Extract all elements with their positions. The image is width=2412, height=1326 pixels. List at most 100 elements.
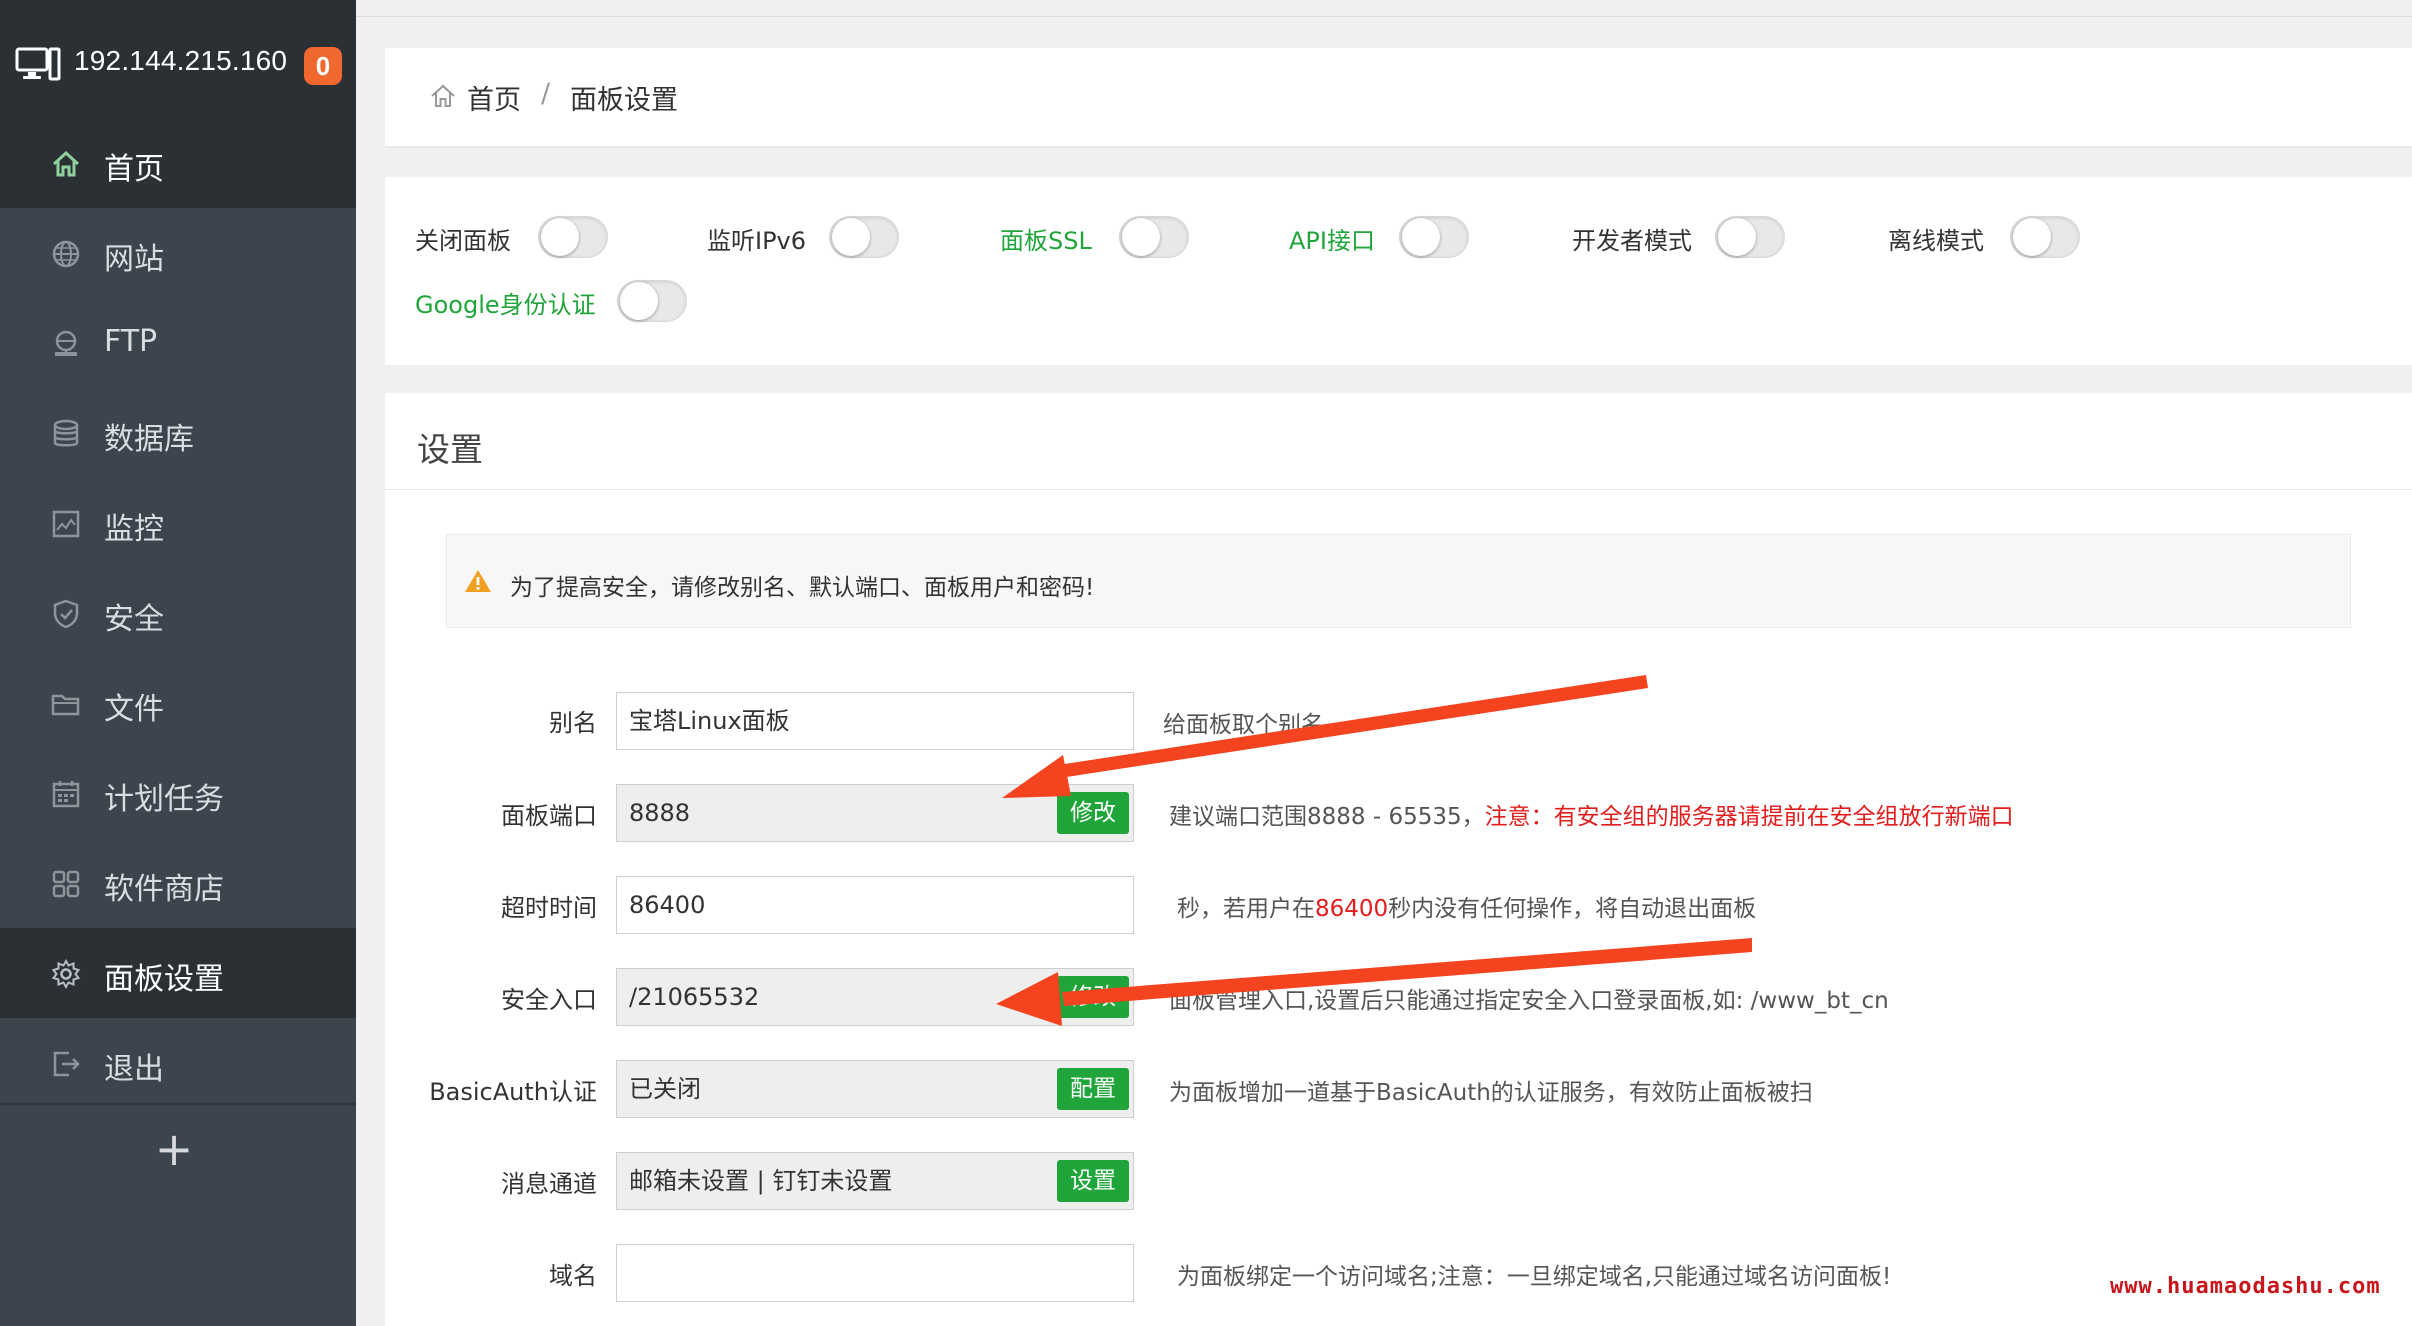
alias-input[interactable]	[629, 704, 1109, 733]
sidebar-item-label: 安全	[104, 602, 164, 637]
sidebar-item-label: 首页	[104, 152, 164, 187]
home-icon	[52, 150, 80, 177]
timeout-help-b: 秒内没有任何操作，将自动退出面板	[1388, 896, 1757, 922]
folder-icon	[51, 694, 80, 716]
sidebar-item-home[interactable]: 首页	[0, 118, 356, 208]
toggle-knob	[1122, 218, 1160, 256]
toggle-knob	[832, 218, 870, 256]
sidebar-item-label: 计划任务	[104, 782, 224, 817]
toggle-developer[interactable]	[1715, 216, 1785, 258]
toggle-knob	[620, 282, 658, 320]
toggle-label-ipv6: 监听IPv6	[707, 227, 807, 255]
toggle-label-ssl[interactable]: 面板SSL	[1000, 221, 1092, 256]
sidebar-item-monitor[interactable]: 监控	[0, 478, 356, 568]
timeout-help-a: 秒，若用户在	[1177, 896, 1315, 922]
basicauth-config-button[interactable]: 配置	[1057, 1068, 1129, 1110]
logout-icon	[53, 1051, 80, 1077]
settings-divider	[385, 489, 2412, 490]
sidebar-item-label: 面板设置	[104, 962, 224, 997]
sidebar-item-panel-settings[interactable]: 面板设置	[0, 928, 356, 1018]
message-set-button[interactable]: 设置	[1057, 1160, 1129, 1202]
port-help-warning: 注意：有安全组的服务器请提前在安全组放行新端口	[1484, 804, 2014, 830]
sidebar-item-label: 数据库	[104, 422, 194, 457]
toggle-label-google-auth[interactable]: Google身份认证	[415, 285, 596, 320]
entry-label: 安全入口	[501, 986, 597, 1014]
sidebar-item-cron[interactable]: 计划任务	[0, 748, 356, 838]
basicauth-help: 为面板增加一道基于BasicAuth的认证服务，有效防止面板被扫	[1169, 1080, 1813, 1106]
port-modify-button[interactable]: 修改	[1057, 792, 1129, 834]
toggle-google-auth[interactable]	[617, 280, 687, 322]
feature-toggles: 关闭面板 监听IPv6 面板SSL API接口 开发者模式 离线模式 Googl…	[385, 177, 2412, 365]
timeout-label: 超时时间	[501, 894, 597, 922]
sidebar-item-files[interactable]: 文件	[0, 658, 356, 748]
sidebar-item-label: 监控	[104, 512, 164, 547]
sidebar-item-label: FTP	[104, 324, 158, 359]
sidebar-item-logout[interactable]: 退出	[0, 1018, 356, 1108]
toggle-close-panel[interactable]	[538, 216, 608, 258]
sidebar-item-label: 网站	[104, 242, 164, 277]
alias-field[interactable]	[616, 692, 1134, 750]
toggle-ssl[interactable]	[1119, 216, 1189, 258]
port-help-text: 建议端口范围8888 - 65535，	[1169, 804, 1485, 830]
domain-input[interactable]	[629, 1259, 1109, 1287]
alias-help: 给面板取个别名	[1163, 712, 1324, 738]
sidebar-nav: 首页 网站 FTP 数据库 监控 安全 文件 计划任务 软件商店 面板设置 退出	[0, 118, 356, 1108]
ftp-icon	[55, 330, 77, 356]
monitor-chart-icon	[52, 510, 80, 538]
toggle-ipv6[interactable]	[829, 216, 899, 258]
message-value: 邮箱未设置 | 钉钉未设置	[629, 1167, 893, 1195]
notification-badge[interactable]: 0	[304, 47, 342, 85]
sidebar: 192.144.215.160 0 首页 网站 FTP 数据库 监控 安全 文件…	[0, 0, 356, 1326]
sidebar-item-database[interactable]: 数据库	[0, 388, 356, 478]
home-icon	[431, 84, 455, 107]
add-shortcut-button[interactable]: +	[154, 1124, 194, 1174]
toggle-offline[interactable]	[2010, 216, 2080, 258]
basicauth-label: BasicAuth认证	[429, 1078, 597, 1106]
labels-column: 别名 面板端口 超时时间 安全入口 BasicAuth认证 消息通道 域名	[385, 393, 597, 1326]
sidebar-item-label: 退出	[104, 1052, 164, 1087]
shield-icon	[53, 599, 79, 629]
basicauth-value: 已关闭	[629, 1075, 701, 1103]
breadcrumb: 首页 / 面板设置	[385, 48, 2412, 146]
server-header: 192.144.215.160 0	[0, 0, 356, 118]
sidebar-item-website[interactable]: 网站	[0, 208, 356, 298]
toggle-knob	[541, 218, 579, 256]
timeout-help-number: 86400	[1315, 896, 1389, 922]
database-icon	[53, 419, 79, 447]
entry-help: 面板管理入口,设置后只能通过指定安全入口登录面板,如: /www_bt_cn	[1169, 988, 1889, 1014]
toggle-knob	[1402, 218, 1440, 256]
breadcrumb-current: 面板设置	[570, 85, 678, 116]
sidebar-item-store[interactable]: 软件商店	[0, 838, 356, 928]
toggle-knob	[2013, 218, 2051, 256]
timeout-field[interactable]	[616, 876, 1134, 934]
sidebar-item-label: 文件	[104, 692, 164, 727]
toggle-label-api[interactable]: API接口	[1289, 221, 1375, 256]
timeout-input[interactable]	[629, 891, 1109, 919]
entry-modify-button[interactable]: 修改	[1057, 976, 1129, 1018]
sidebar-divider	[0, 1103, 356, 1105]
security-warning: 为了提高安全，请修改别名、默认端口、面板用户和密码!	[446, 534, 2351, 628]
alias-label: 别名	[549, 709, 597, 737]
warning-text: 为了提高安全，请修改别名、默认端口、面板用户和密码!	[510, 575, 1095, 601]
toggle-label-close-panel: 关闭面板	[415, 227, 511, 255]
timeout-help: 秒，若用户在86400秒内没有任何操作，将自动退出面板	[1177, 889, 1756, 923]
apps-grid-icon	[52, 870, 80, 898]
domain-field[interactable]	[616, 1244, 1134, 1302]
toggle-label-developer: 开发者模式	[1572, 227, 1692, 255]
port-label: 面板端口	[501, 802, 597, 830]
server-ip: 192.144.215.160	[74, 45, 288, 76]
toggle-knob	[1718, 218, 1756, 256]
sidebar-item-security[interactable]: 安全	[0, 568, 356, 658]
calendar-icon	[52, 781, 80, 808]
entry-value: /21065532	[629, 983, 760, 1011]
toggle-api[interactable]	[1399, 216, 1469, 258]
settings-panel: 设置 为了提高安全，请修改别名、默认端口、面板用户和密码! 别名 面板端口 超时…	[385, 393, 2412, 1326]
breadcrumb-home-link[interactable]: 首页	[467, 78, 521, 117]
sidebar-item-ftp[interactable]: FTP	[0, 298, 356, 388]
toggle-label-offline: 离线模式	[1888, 227, 1984, 255]
message-label: 消息通道	[501, 1170, 597, 1198]
port-value: 8888	[629, 799, 691, 827]
monitor-icon	[15, 47, 61, 81]
port-help: 建议端口范围8888 - 65535，注意：有安全组的服务器请提前在安全组放行新…	[1169, 797, 2014, 831]
watermark: www.huamaodashu.com	[2110, 1274, 2381, 1299]
